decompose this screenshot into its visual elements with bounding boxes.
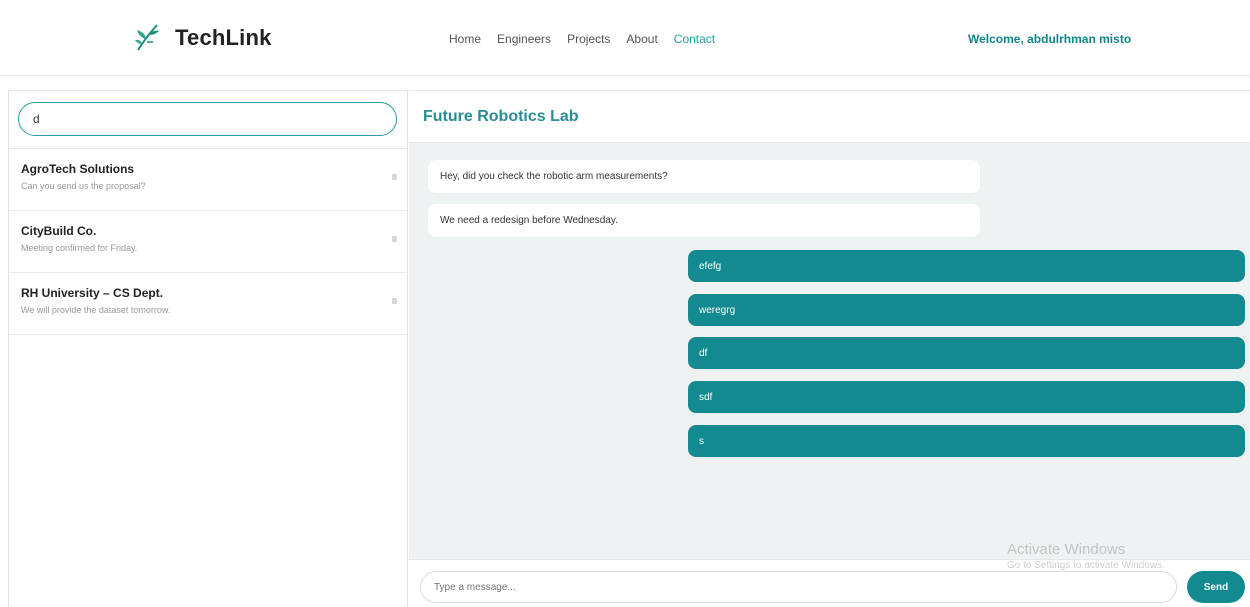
conversation-preview: Meeting confirmed for Friday.	[21, 243, 138, 253]
activate-windows-subtitle: Go to Settings to activate Windows.	[1007, 560, 1165, 571]
outgoing-message: efefg	[688, 250, 1245, 282]
logo-text: TechLink	[175, 25, 272, 50]
outgoing-message: sdf	[688, 381, 1245, 413]
conversation-item[interactable]: RH University – CS Dept. We will provide…	[9, 273, 407, 335]
message-input[interactable]	[420, 571, 1177, 603]
chat-header: Future Robotics Lab	[409, 91, 1250, 143]
incoming-message: We need a redesign before Wednesday.	[428, 204, 980, 237]
incoming-message: Hey, did you check the robotic arm measu…	[428, 160, 980, 193]
outgoing-message: df	[688, 337, 1245, 369]
chat-title: Future Robotics Lab	[423, 108, 579, 125]
conversation-preview: Can you send us the proposal?	[21, 181, 146, 191]
search-container	[9, 91, 407, 149]
message-list: Hey, did you check the robotic arm measu…	[409, 143, 1250, 559]
nav-home[interactable]: Home	[449, 32, 481, 46]
welcome-user: Welcome, abdulrhman misto	[968, 32, 1132, 46]
conversation-name: AgroTech Solutions	[21, 162, 135, 176]
nav-engineers[interactable]: Engineers	[497, 32, 551, 46]
nav-contact[interactable]: Contact	[674, 32, 715, 46]
logo[interactable]: TechLink	[133, 22, 272, 54]
search-input[interactable]	[18, 102, 397, 136]
send-button[interactable]: Send	[1187, 571, 1245, 603]
main-nav: Home Engineers Projects About Contact	[449, 32, 731, 46]
leaf-icon	[135, 24, 159, 51]
outgoing-message: s	[688, 425, 1245, 457]
conversation-icon	[392, 298, 397, 304]
conversation-icon	[392, 236, 397, 242]
top-header: TechLink Home Engineers Projects About C…	[0, 0, 1250, 76]
outgoing-message: weregrg	[688, 294, 1245, 326]
conversation-item[interactable]: AgroTech Solutions Can you send us the p…	[9, 149, 407, 211]
chat-panel: Future Robotics Lab Hey, did you check t…	[409, 90, 1250, 607]
conversation-name: CityBuild Co.	[21, 224, 97, 238]
conversation-icon	[392, 174, 397, 180]
nav-about[interactable]: About	[626, 32, 657, 46]
activate-windows-title: Activate Windows	[1007, 541, 1126, 558]
conversation-sidebar: AgroTech Solutions Can you send us the p…	[8, 90, 408, 607]
nav-projects[interactable]: Projects	[567, 32, 610, 46]
conversation-preview: We will provide the dataset tomorrow.	[21, 305, 171, 315]
conversation-name: RH University – CS Dept.	[21, 286, 164, 300]
conversation-item[interactable]: CityBuild Co. Meeting confirmed for Frid…	[9, 211, 407, 273]
